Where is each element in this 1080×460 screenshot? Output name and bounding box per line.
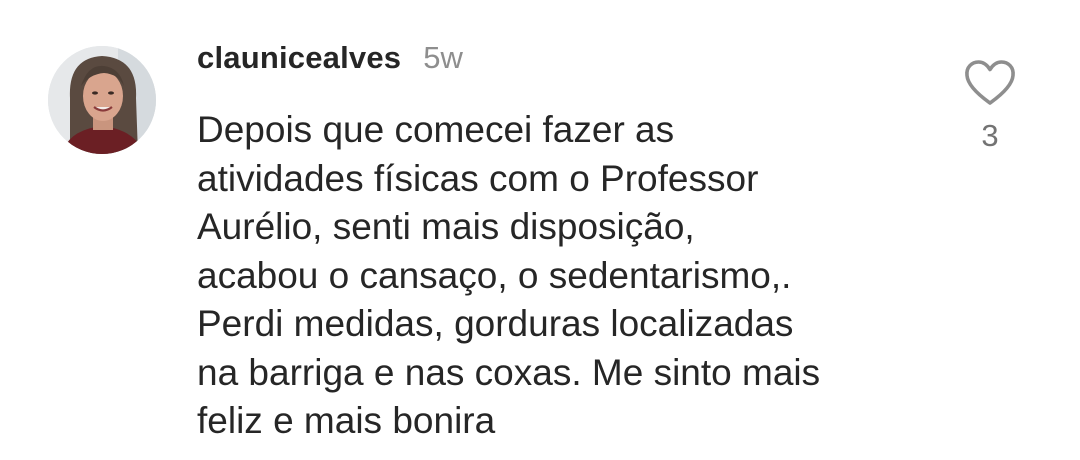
avatar-photo (48, 46, 156, 154)
avatar[interactable] (48, 46, 156, 154)
heart-outline-icon (965, 60, 1015, 105)
comment-text: Depois que comecei fazer as atividades f… (197, 109, 821, 441)
timestamp: 5w (423, 40, 463, 75)
comment-header: claunicealves 5w (197, 40, 463, 84)
username-link[interactable]: claunicealves (197, 40, 401, 76)
comment-item: claunicealves 5w Depois que comecei faze… (0, 0, 1080, 460)
like-count: 3 (981, 118, 999, 153)
like-button[interactable] (962, 58, 1018, 108)
